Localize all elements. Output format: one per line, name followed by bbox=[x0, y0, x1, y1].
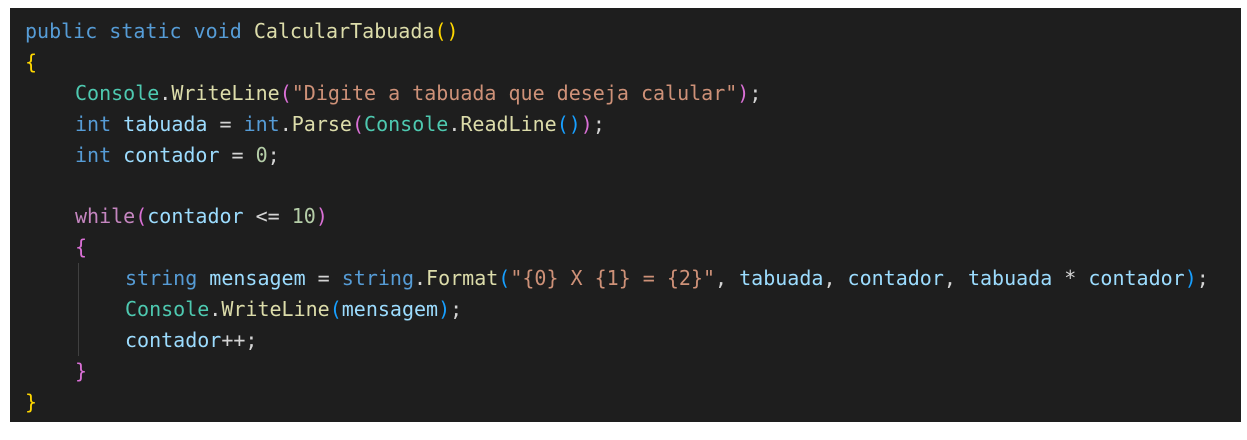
code-token-punct: . bbox=[279, 111, 292, 136]
code-line[interactable]: string mensagem = string.Format("{0} X {… bbox=[10, 263, 1241, 295]
code-token-punct: ; bbox=[267, 142, 280, 167]
code-token-punct: ; bbox=[749, 80, 762, 105]
code-lines: public static void CalcularTabuada(){Con… bbox=[10, 16, 1241, 418]
code-line[interactable]: } bbox=[10, 387, 1241, 418]
code-token-keyword: int bbox=[75, 142, 112, 167]
code-token-method: Parse bbox=[291, 111, 352, 136]
code-token-brace-purple: { bbox=[75, 235, 88, 260]
code-line[interactable]: { bbox=[10, 47, 1241, 78]
code-token-brace-gold: } bbox=[25, 389, 38, 414]
code-token-method: Format bbox=[426, 266, 499, 291]
code-token-method: ReadLine bbox=[460, 111, 557, 136]
code-token-brace-purple: ( bbox=[135, 204, 148, 229]
code-token-operator: ++; bbox=[221, 327, 258, 352]
code-token-punct: , bbox=[823, 266, 848, 291]
code-token-keyword: int bbox=[243, 111, 280, 136]
code-line[interactable]: { bbox=[10, 232, 1241, 263]
code-token-type: Console bbox=[364, 111, 449, 136]
code-token-brace-gold: { bbox=[25, 49, 38, 74]
code-token-brace-blue: () bbox=[556, 111, 581, 136]
code-token-operator: * bbox=[1052, 266, 1089, 291]
code-line[interactable]: int tabuada = int.Parse(Console.ReadLine… bbox=[10, 109, 1241, 140]
code-token-variable: contador bbox=[123, 142, 220, 167]
code-token-brace-blue: ( bbox=[329, 297, 342, 322]
code-token-punct: ; bbox=[450, 297, 463, 322]
indent-guide bbox=[78, 324, 79, 356]
code-token-operator: = bbox=[207, 111, 244, 136]
code-token-variable: contador bbox=[1088, 266, 1185, 291]
code-token-variable: contador bbox=[147, 204, 244, 229]
indent-guide bbox=[78, 263, 79, 295]
code-line[interactable]: contador++; bbox=[10, 324, 1241, 356]
code-token-variable: mensagem bbox=[341, 297, 439, 322]
code-token-string: "{0} X {1} = {2}" bbox=[510, 266, 716, 291]
code-token-brace-purple: ) bbox=[737, 80, 750, 105]
code-token-brace-purple: ) bbox=[315, 204, 328, 229]
code-token-method: CalcularTabuada bbox=[253, 19, 435, 43]
code-token-variable: tabuada bbox=[123, 111, 208, 136]
code-token-string: "Digite a tabuada que deseja calular" bbox=[291, 80, 738, 105]
code-line[interactable]: } bbox=[10, 356, 1241, 387]
code-token-brace-blue: ) bbox=[1184, 266, 1197, 291]
code-token-brace-purple: } bbox=[75, 358, 88, 383]
code-line[interactable]: int contador = 0; bbox=[10, 140, 1241, 171]
code-token-keyword: string bbox=[125, 266, 198, 291]
code-token-control: while bbox=[75, 204, 136, 229]
code-token-keyword: static bbox=[109, 19, 182, 43]
code-token-punct: . bbox=[414, 266, 427, 291]
indent-guide bbox=[78, 294, 79, 325]
code-token-brace-blue: ) bbox=[438, 297, 451, 322]
code-token-number: 10 bbox=[291, 204, 316, 229]
code-token-brace-purple: ( bbox=[351, 111, 365, 136]
code-editor[interactable]: public static void CalcularTabuada(){Con… bbox=[10, 8, 1241, 422]
code-token-type: Console bbox=[75, 80, 160, 105]
code-line[interactable]: Console.WriteLine(mensagem); bbox=[10, 294, 1241, 325]
code-token-keyword: void bbox=[193, 19, 242, 43]
code-token-keyword: int bbox=[75, 111, 112, 136]
code-token-variable: contador bbox=[125, 327, 222, 352]
code-token-punct: ; bbox=[1196, 266, 1209, 291]
code-token-punct: , bbox=[715, 266, 740, 291]
code-token-punct: . bbox=[448, 111, 461, 136]
code-token-punct: , bbox=[943, 266, 968, 291]
code-token-number: 0 bbox=[255, 142, 268, 167]
code-token-variable: contador bbox=[847, 266, 944, 291]
code-token-punct: ; bbox=[592, 111, 605, 136]
code-token-variable: tabuada bbox=[739, 266, 824, 291]
code-line[interactable]: public static void CalcularTabuada() bbox=[10, 16, 1241, 47]
code-token-punct: . bbox=[159, 80, 172, 105]
code-token-method: WriteLine bbox=[221, 297, 330, 322]
code-token-keyword: string bbox=[341, 266, 414, 291]
code-token-keyword: public bbox=[25, 19, 98, 43]
code-token-variable: mensagem bbox=[209, 266, 306, 291]
code-token-method: WriteLine bbox=[171, 80, 280, 105]
code-token-operator: = bbox=[305, 266, 342, 291]
code-token-brace-purple: ( bbox=[279, 80, 292, 105]
code-token-punct: . bbox=[209, 297, 222, 322]
code-token-operator: <= bbox=[243, 204, 292, 229]
code-token-operator: = bbox=[219, 142, 256, 167]
code-token-variable: tabuada bbox=[967, 266, 1053, 291]
code-token-brace-gold: () bbox=[434, 19, 459, 43]
code-line[interactable]: while(contador <= 10) bbox=[10, 201, 1241, 232]
code-line[interactable] bbox=[10, 170, 1241, 201]
code-line[interactable]: Console.WriteLine("Digite a tabuada que … bbox=[10, 78, 1241, 109]
code-token-brace-blue: ( bbox=[498, 266, 511, 291]
code-token-type: Console bbox=[125, 297, 210, 322]
code-token-brace-purple: ) bbox=[580, 111, 593, 136]
